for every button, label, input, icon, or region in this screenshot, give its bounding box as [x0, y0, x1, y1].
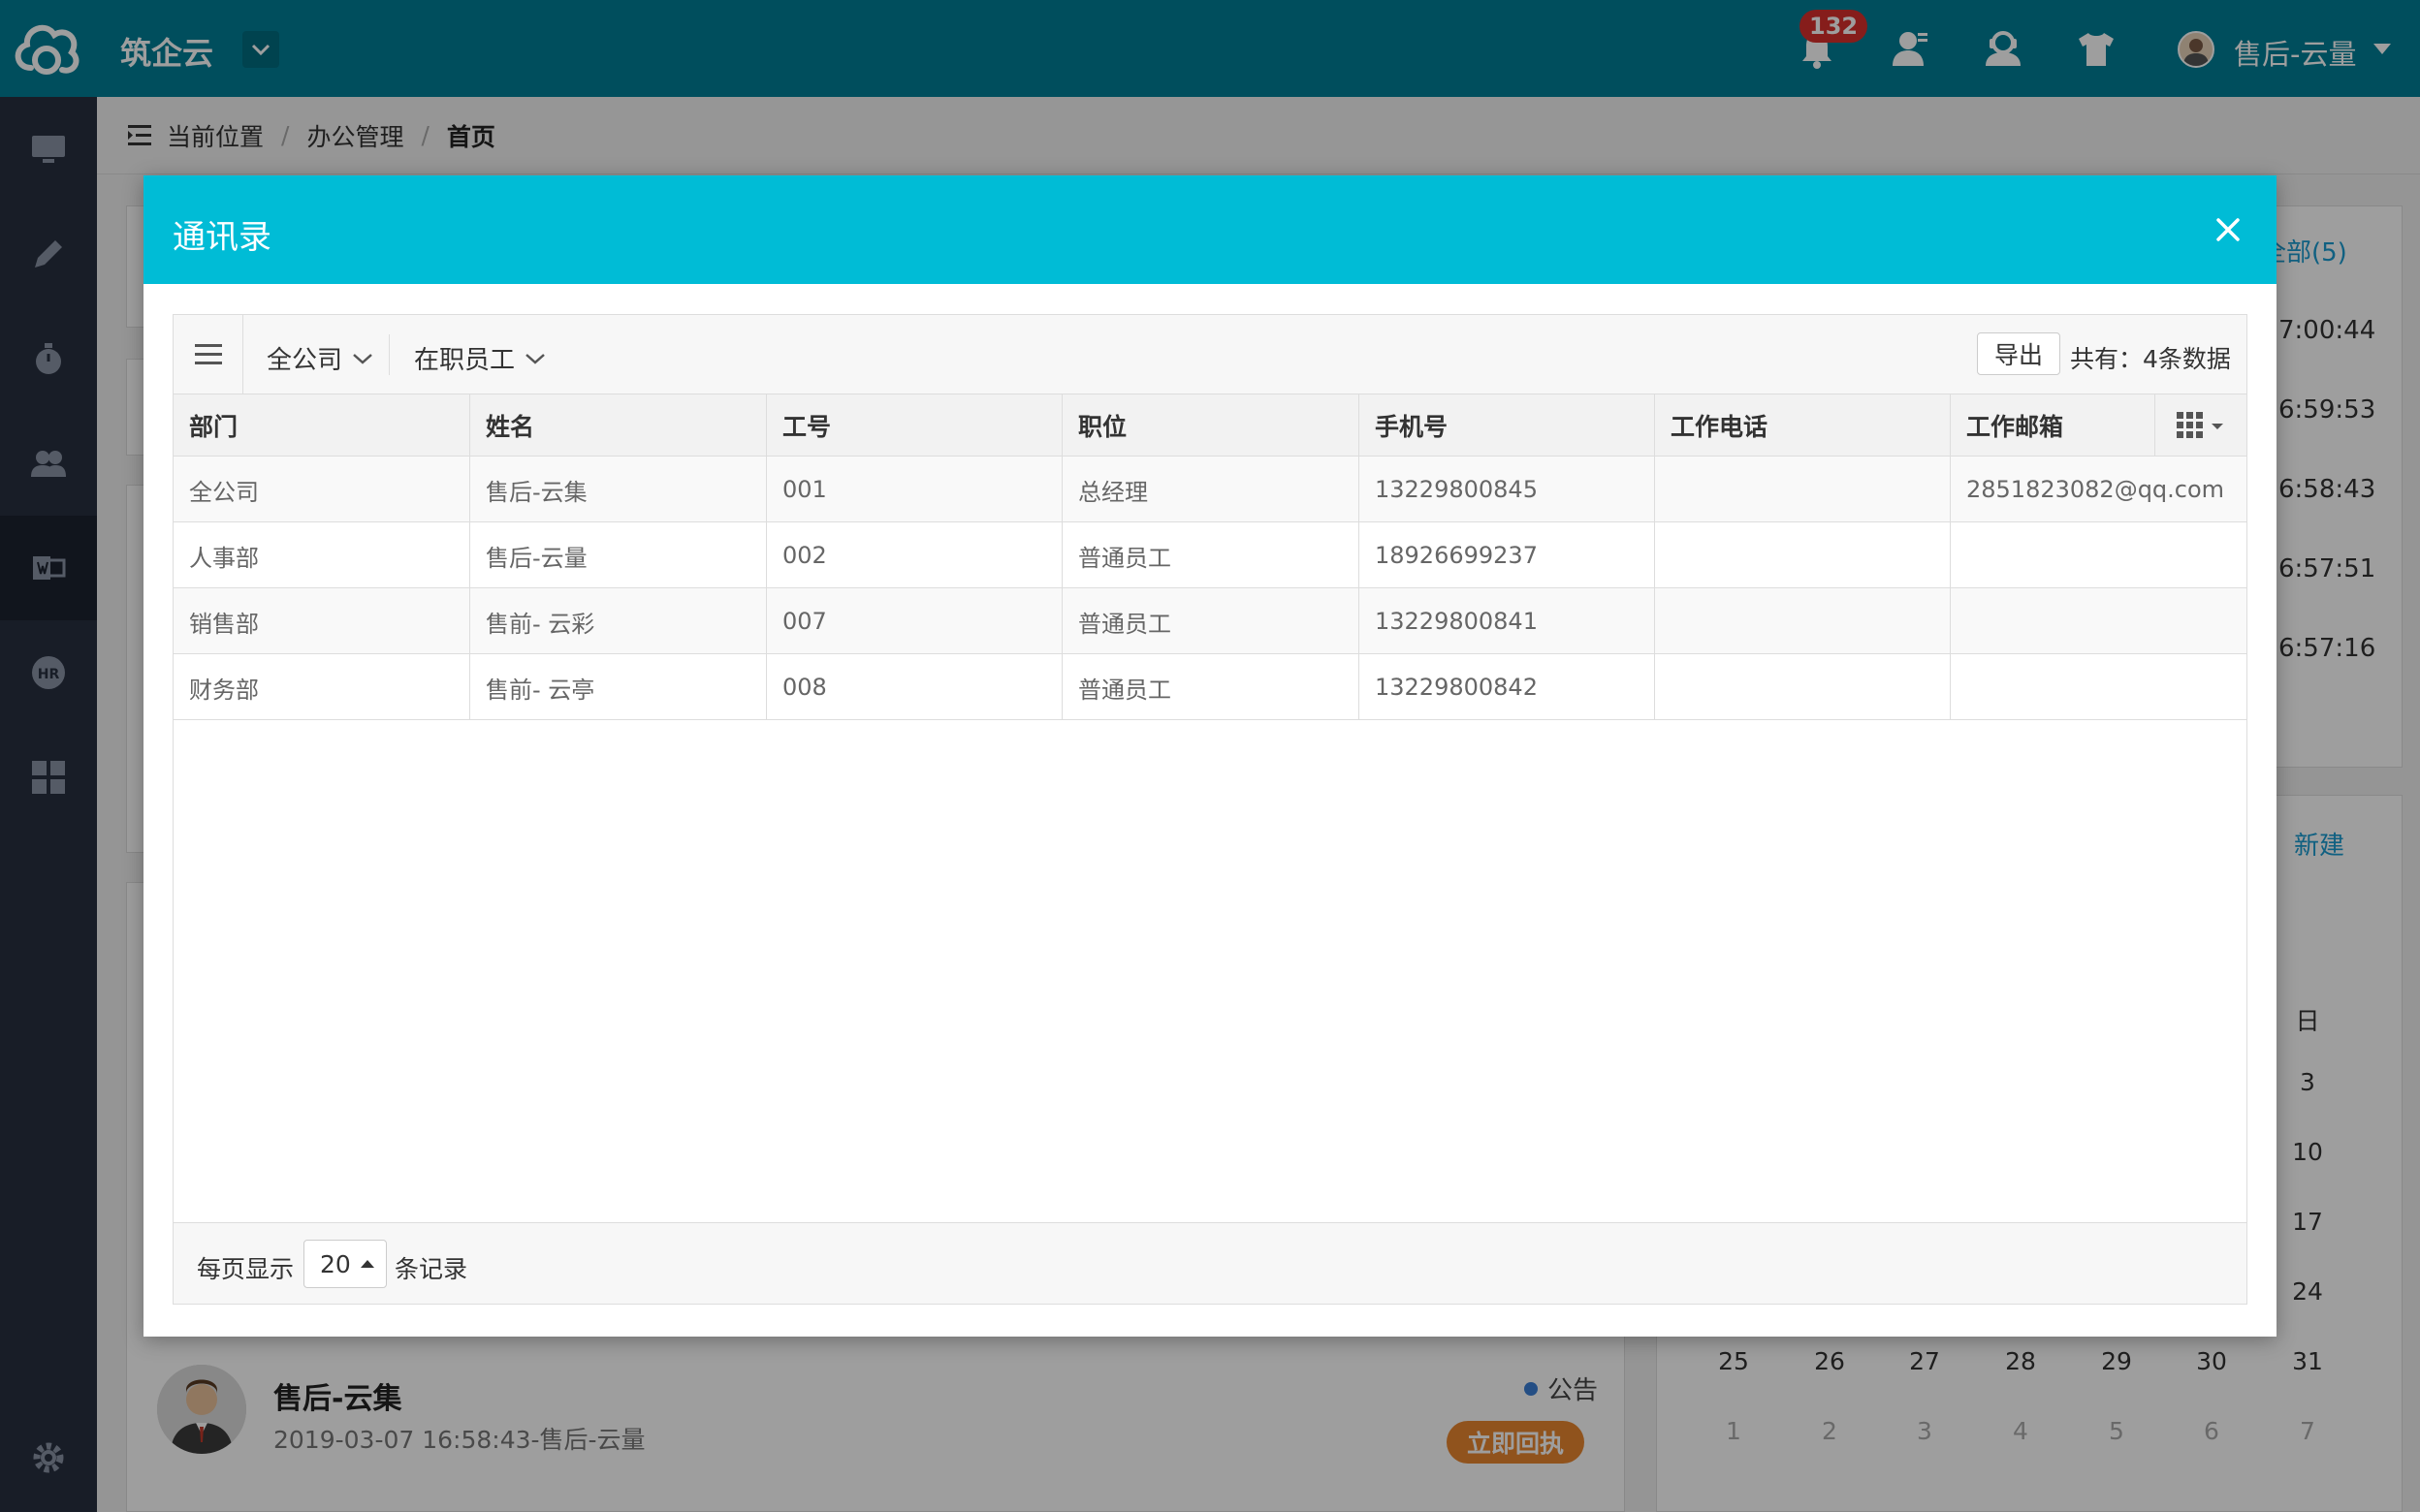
cell-position: 普通员工: [1063, 522, 1359, 588]
per-page-label: 每页显示: [197, 1255, 295, 1283]
cell-position: 总经理: [1063, 457, 1359, 522]
grid-footer: 每页显示 20 条记录: [174, 1222, 2246, 1304]
cell-position: 普通员工: [1063, 588, 1359, 654]
cell-department: 财务部: [174, 654, 470, 720]
cell-work-phone: [1655, 588, 1951, 654]
cell-employee-id: 002: [767, 522, 1063, 588]
table-row[interactable]: 财务部 售前- 云亭 008 普通员工 13229800842: [174, 654, 2246, 720]
cell-name: 售后-云集: [470, 457, 767, 522]
export-button[interactable]: 导出: [1977, 332, 2060, 375]
cell-work-email: [1951, 588, 2246, 654]
table-header: 部门 姓名 工号 职位 手机号 工作电话 工作邮箱: [174, 394, 2246, 457]
cell-work-email: 2851823082@qq.com: [1966, 476, 2225, 503]
total-count: 共有：4条数据: [2070, 345, 2231, 373]
modal-header: 通讯录: [143, 175, 2277, 284]
cell-mobile: 13229800842: [1359, 654, 1655, 720]
cell-work-phone: [1655, 654, 1951, 720]
cell-work-email: [1951, 522, 2246, 588]
caret-up-icon: [360, 1260, 374, 1268]
column-header-employee-id[interactable]: 工号: [767, 394, 1063, 457]
cell-position: 普通员工: [1063, 654, 1359, 720]
records-label: 条记录: [395, 1255, 468, 1283]
cell-name: 售前- 云亭: [470, 654, 767, 720]
cell-department: 全公司: [174, 457, 470, 522]
grid-menu-button[interactable]: [174, 315, 243, 394]
company-filter-dropdown[interactable]: 全公司: [267, 340, 373, 376]
cell-employee-id: 001: [767, 457, 1063, 522]
column-header-name[interactable]: 姓名: [470, 394, 767, 457]
cell-department: 人事部: [174, 522, 470, 588]
status-filter-label: 在职员工: [414, 346, 516, 375]
cell-work-phone: [1655, 522, 1951, 588]
cell-employee-id: 007: [767, 588, 1063, 654]
contacts-grid: 全公司 在职员工 导出 共有：4条数据 部门 姓名 工号 职位 手机号 工作电话…: [173, 314, 2247, 1305]
page-size-value: 20: [320, 1249, 351, 1278]
table-row[interactable]: 销售部 售前- 云彩 007 普通员工 13229800841: [174, 588, 2246, 654]
chevron-down-icon: [525, 353, 545, 364]
column-header-work-phone[interactable]: 工作电话: [1655, 394, 1951, 457]
cell-mobile: 18926699237: [1359, 522, 1655, 588]
cell-mobile: 13229800841: [1359, 588, 1655, 654]
page-size-select[interactable]: 20: [303, 1240, 387, 1288]
hamburger-menu-icon: [194, 343, 222, 364]
cell-name: 售前- 云彩: [470, 588, 767, 654]
toolbar-divider: [389, 334, 390, 375]
company-filter-label: 全公司: [267, 346, 343, 375]
cell-employee-id: 008: [767, 654, 1063, 720]
column-header-work-email[interactable]: 工作邮箱: [1951, 394, 2155, 457]
modal-title: 通讯录: [173, 218, 271, 257]
grid-toolbar: 全公司 在职员工 导出 共有：4条数据: [174, 315, 2246, 394]
grid-columns-icon: [2177, 412, 2223, 438]
table-row[interactable]: 全公司 售后-云集 001 总经理 13229800845 2851823082…: [174, 457, 2246, 522]
column-header-department[interactable]: 部门: [174, 394, 470, 457]
cell-mobile: 13229800845: [1359, 457, 1655, 522]
column-toggle-button[interactable]: [2155, 394, 2246, 457]
table-row[interactable]: 人事部 售后-云量 002 普通员工 18926699237: [174, 522, 2246, 588]
close-icon[interactable]: [2209, 210, 2247, 249]
cell-work-email: [1951, 654, 2246, 720]
column-header-position[interactable]: 职位: [1063, 394, 1359, 457]
chevron-down-icon: [353, 353, 372, 364]
contacts-modal: 通讯录 全公司 在职员工 导出 共有：4条数据 部门 姓名 工号 职位 手机号 …: [143, 175, 2277, 1337]
column-header-mobile[interactable]: 手机号: [1359, 394, 1655, 457]
cell-department: 销售部: [174, 588, 470, 654]
status-filter-dropdown[interactable]: 在职员工: [414, 340, 546, 376]
cell-name: 售后-云量: [470, 522, 767, 588]
cell-work-phone: [1655, 457, 1951, 522]
